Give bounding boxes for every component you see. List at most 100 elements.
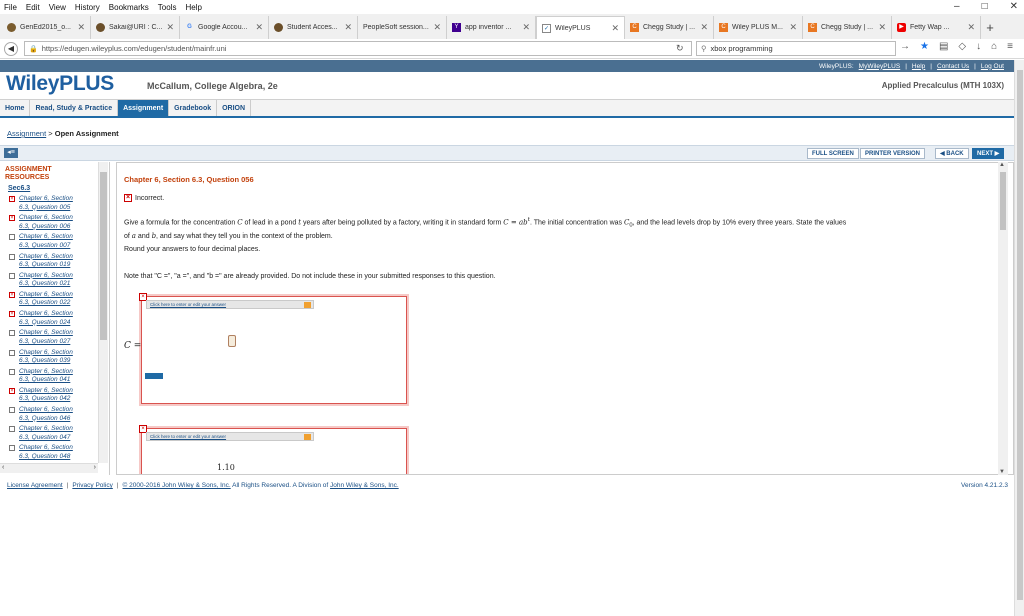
menu-icon[interactable]: ≡	[1007, 41, 1013, 52]
license-link[interactable]: License Agreement	[7, 482, 63, 489]
tab-close-icon[interactable]: ✕	[255, 22, 263, 33]
browser-tab[interactable]: GenEd2015_o... ✕	[2, 16, 91, 39]
minimize-icon[interactable]: –	[954, 1, 960, 12]
company-link[interactable]: John Wiley & Sons, Inc.	[330, 482, 399, 489]
sidebar-question-item[interactable]: × Chapter 6, Section 6.3, Question 006	[9, 214, 97, 233]
collapse-sidebar-icon[interactable]: ◂≡	[4, 148, 18, 158]
sidebar-question-item[interactable]: × Chapter 6, Section 6.3, Question 022	[9, 291, 97, 310]
browser-tab[interactable]: Yapp inventor ... ✕	[447, 16, 536, 39]
sidebar-horizontal-scrollbar[interactable]: ‹ ›	[0, 463, 98, 473]
logout-link[interactable]: Log Out	[981, 63, 1004, 70]
yahoo-icon: Y	[452, 23, 461, 32]
sidebar-question-item[interactable]: Chapter 6, Section 6.3, Question 048	[9, 444, 97, 463]
status-checkbox-icon	[9, 349, 15, 356]
content-vertical-scrollbar[interactable]: ▲ ▼	[998, 162, 1008, 475]
sidebar-question-item[interactable]: Chapter 6, Section 6.3, Question 041	[9, 368, 97, 387]
tab-close-icon[interactable]: ✕	[789, 22, 797, 33]
tab-close-icon[interactable]: ✕	[166, 22, 174, 33]
pocket-icon[interactable]: ◇	[958, 41, 966, 52]
download-icon[interactable]: ↓	[976, 41, 981, 52]
sidebar-question-item[interactable]: Chapter 6, Section 6.3, Question 007	[9, 233, 97, 252]
tab-close-icon[interactable]: ✕	[700, 22, 708, 33]
menu-history[interactable]: History	[75, 3, 100, 12]
browser-tab-active[interactable]: ✓ WileyPLUS ✕	[536, 16, 625, 39]
sidebar-question-item[interactable]: × Chapter 6, Section 6.3, Question 005	[9, 195, 97, 214]
scroll-right-icon[interactable]: ›	[94, 464, 96, 471]
tab-orion[interactable]: ORION	[217, 100, 252, 116]
new-tab-icon[interactable]: +	[981, 16, 999, 39]
course-title: McCallum, College Algebra, 2e	[147, 81, 278, 91]
tab-close-icon[interactable]: ✕	[611, 23, 619, 34]
bookmark-star-icon[interactable]: ★	[920, 41, 929, 52]
tab-label: Wiley PLUS M...	[732, 24, 783, 31]
sidebar-question-item[interactable]: Chapter 6, Section 6.3, Question 021	[9, 272, 97, 291]
browser-tab[interactable]: Student Acces... ✕	[269, 16, 358, 39]
scroll-down-icon[interactable]: ▼	[999, 469, 1005, 475]
menu-file[interactable]: File	[4, 3, 17, 12]
browser-tab[interactable]: C Chegg Study | ... ✕	[625, 16, 714, 39]
tab-gradebook[interactable]: Gradebook	[169, 100, 218, 116]
breadcrumb-assignment-link[interactable]: Assignment	[7, 129, 46, 138]
next-button[interactable]: NEXT ▶	[972, 148, 1005, 159]
tab-assignment[interactable]: Assignment	[118, 100, 170, 116]
sidebar-vertical-scrollbar[interactable]	[98, 162, 108, 463]
tab-read-study-practice[interactable]: Read, Study & Practice	[30, 100, 119, 116]
tab-close-icon[interactable]: ✕	[344, 22, 352, 33]
section-link[interactable]: Sec6.3	[8, 185, 30, 192]
browser-tab[interactable]: C Wiley PLUS M... ✕	[714, 16, 803, 39]
library-icon[interactable]: ▤	[939, 41, 948, 52]
browser-tab[interactable]: C Chegg Study | ... ✕	[803, 16, 892, 39]
home-icon[interactable]: ⌂	[991, 41, 997, 52]
tab-close-icon[interactable]: ✕	[522, 22, 530, 33]
sidebar-question-item[interactable]: × Chapter 6, Section 6.3, Question 042	[9, 387, 97, 406]
full-screen-button[interactable]: FULL SCREEN	[807, 148, 859, 159]
tab-close-icon[interactable]: ✕	[77, 22, 85, 33]
tab-close-icon[interactable]: ✕	[967, 22, 975, 33]
url-bar[interactable]: 🔒 https://edugen.wileyplus.com/edugen/st…	[24, 41, 692, 56]
answer-box-a[interactable]: × Click here to enter or edit your answe…	[139, 425, 407, 474]
sidebar-question-item[interactable]: Chapter 6, Section 6.3, Question 039	[9, 349, 97, 368]
sidebar-question-item[interactable]: Chapter 6, Section 6.3, Question 047	[9, 425, 97, 444]
search-input[interactable]: ⚲ xbox programming	[696, 41, 896, 56]
answer-edit-link[interactable]: Click here to enter or edit your answer	[146, 300, 314, 309]
tab-close-icon[interactable]: ✕	[878, 22, 886, 33]
close-icon[interactable]: ✕	[1010, 1, 1018, 12]
menu-edit[interactable]: Edit	[26, 3, 40, 12]
tab-close-icon[interactable]: ✕	[433, 22, 441, 33]
sidebar-question-item[interactable]: × Chapter 6, Section 6.3, Question 024	[9, 310, 97, 329]
contact-link[interactable]: Contact Us	[937, 63, 969, 70]
scrollbar-thumb[interactable]	[1000, 172, 1006, 230]
browser-tab[interactable]: PeopleSoft session... ✕	[358, 16, 447, 39]
chegg-icon: C	[719, 23, 728, 32]
scrollbar-thumb[interactable]	[1017, 70, 1023, 600]
answer-edit-link[interactable]: Click here to enter or edit your answer	[146, 432, 314, 441]
help-link[interactable]: Help	[912, 63, 925, 70]
privacy-link[interactable]: Privacy Policy	[72, 482, 112, 489]
back-icon[interactable]: ◀	[4, 41, 18, 56]
go-arrow-icon[interactable]: →	[900, 41, 910, 52]
browser-tab[interactable]: ▶ Fetty Wap ... ✕	[892, 16, 981, 39]
reload-icon[interactable]: ↻	[676, 43, 684, 54]
menu-help[interactable]: Help	[185, 3, 201, 12]
scrollbar-thumb[interactable]	[100, 172, 107, 340]
scroll-left-icon[interactable]: ‹	[2, 464, 4, 471]
maximize-icon[interactable]: □	[982, 1, 988, 12]
sidebar-question-item[interactable]: Chapter 6, Section 6.3, Question 019	[9, 253, 97, 272]
browser-tab[interactable]: G Google Accou... ✕	[180, 16, 269, 39]
menu-bookmarks[interactable]: Bookmarks	[109, 3, 149, 12]
tab-home[interactable]: Home	[0, 100, 31, 116]
browser-tab[interactable]: Sakai@URI : C... ✕	[91, 16, 180, 39]
printer-version-button[interactable]: PRINTER VERSION	[860, 148, 926, 159]
sidebar-question-item[interactable]: Chapter 6, Section 6.3, Question 046	[9, 406, 97, 425]
assignment-resources-sidebar: ASSIGNMENT RESOURCES Sec6.3 × Chapter 6, …	[0, 162, 110, 475]
scroll-up-icon[interactable]: ▲	[999, 162, 1005, 168]
mywileyplus-link[interactable]: MyWileyPLUS	[859, 63, 901, 70]
menu-view[interactable]: View	[49, 3, 66, 12]
page-vertical-scrollbar[interactable]	[1014, 60, 1024, 616]
result-text: Incorrect.	[135, 194, 165, 202]
back-button[interactable]: ◀ BACK	[935, 148, 969, 159]
copyright-link[interactable]: © 2000-2016 John Wiley & Sons, Inc.	[123, 482, 231, 489]
sidebar-question-item[interactable]: Chapter 6, Section 6.3, Question 027	[9, 329, 97, 348]
menu-tools[interactable]: Tools	[158, 3, 177, 12]
answer-box-c[interactable]: × Click here to enter or edit your answe…	[139, 293, 407, 404]
